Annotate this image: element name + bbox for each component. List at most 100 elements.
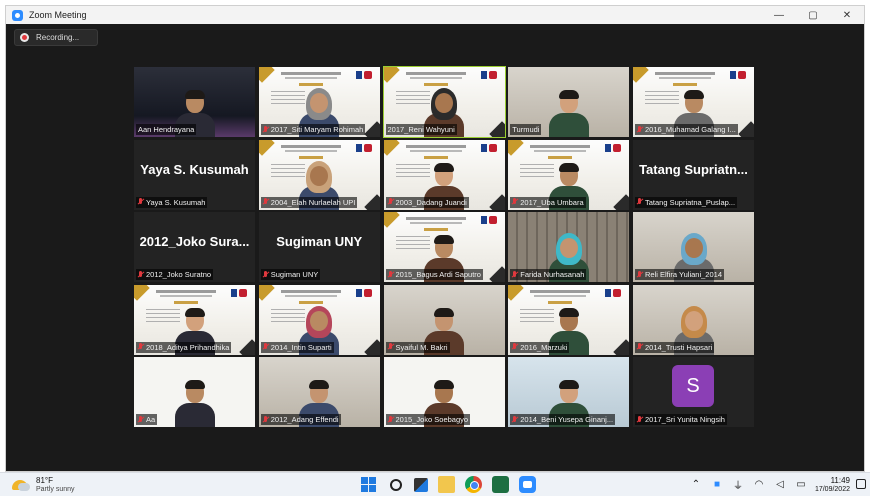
participant-name: Farida Nurhasanah [520,270,585,279]
usb-icon[interactable]: ⏚ [732,477,744,492]
wifi-icon[interactable]: ◠ [753,479,765,490]
participant-name-label: Reli Elfira Yuliani_2014 [635,269,724,280]
muted-mic-icon [512,198,517,206]
muted-mic-icon [388,270,393,279]
muted-mic-icon [263,198,268,206]
participant-name: 2017_Sri Yunita Ningsih [645,415,725,424]
participant-name: 2014_Intin Suparti [270,342,332,352]
muted-mic-icon [637,343,642,351]
excel-icon[interactable] [492,476,509,493]
muted-mic-icon [263,270,268,279]
clock[interactable]: 11:49 17/09/2022 [812,476,850,494]
participant-tile[interactable]: 2017_Uba Umbara [508,139,630,210]
muted-mic-icon [637,270,642,279]
recording-indicator[interactable]: Recording... [14,29,98,46]
participant-name-label: 2017_Siti Maryam Rohimah [260,124,366,135]
participant-name: 2003_Dadang Juandi [395,197,467,207]
participant-name: 2016_Marzuki [520,342,568,352]
muted-mic-icon [512,415,517,424]
clock-time: 11:49 [830,476,850,485]
participant-display-name: Yaya S. Kusumah [140,161,249,177]
taskbar-apps [360,476,536,493]
participant-name: 2015_Bagus Ardi Saputro [395,270,481,279]
participant-name-label: Farida Nurhasanah [510,269,587,280]
participant-name: 2017_Siti Maryam Rohimah [270,125,364,134]
weather-temperature: 81°F [36,476,53,485]
participant-tile[interactable]: Tatang Supriatn... Tatang Supriatna_Pusla… [633,139,754,210]
participant-tile[interactable]: 2017_Siti Maryam Rohimah [258,67,380,137]
participant-name: Sugiman UNY [270,270,319,279]
participant-tile[interactable]: 2012_Joko Sura... 2012_Joko Suratno [134,212,255,282]
participant-tile[interactable]: 2014_Intin Suparti [258,284,380,355]
participant-name-label: Tatang Supriatna_Puslap... [635,196,738,208]
participant-name: 2014_Trusti Hapsari [645,342,713,352]
zoom-tray-icon[interactable]: ■ [711,479,723,490]
participant-tile[interactable]: 2016_Marzuki [508,284,630,355]
zoom-taskbar-icon[interactable] [519,476,536,493]
participant-name: 2016_Muhamad Galang I... [645,125,736,134]
participant-name-label: 2017_Uba Umbara [510,196,586,208]
participant-tile[interactable]: Sugiman UNY Sugiman UNY [258,212,380,282]
participant-name-label: Aa [136,414,158,425]
notification-icon[interactable] [856,479,866,489]
chevron-up-icon[interactable]: ⌃ [690,479,702,490]
participant-tile[interactable]: Syaiful M. Bakri [383,284,505,355]
participant-tile[interactable]: Turmudi [508,67,630,137]
muted-mic-icon [138,343,143,351]
participant-name-label: Turmudi [510,124,542,135]
task-view-icon[interactable] [414,478,428,492]
participant-tile[interactable]: 2018_Aditya Prihandhika [134,284,255,355]
volume-icon[interactable]: ◁ [774,479,786,490]
recording-label: Recording... [36,33,80,42]
participant-tile[interactable]: 2014_Trusti Hapsari [633,284,754,355]
start-button[interactable] [360,476,377,493]
chrome-icon[interactable] [465,476,482,493]
participant-name: 2012_Joko Suratno [146,270,212,279]
muted-mic-icon [263,343,268,351]
weather-condition: Partly sunny [36,486,75,493]
participant-tile[interactable]: Farida Nurhasanah [508,212,630,282]
battery-icon[interactable]: ▭ [795,479,807,490]
participant-tile[interactable]: Aan Hendrayana [134,67,255,137]
participant-name: 2004_Elah Nurlaelah UPI [270,197,356,207]
participant-tile[interactable]: 2012_Adang Effendi [258,357,380,427]
participant-name: 2015_Joko Soebagyo [395,415,469,424]
participant-name-label: 2012_Adang Effendi [260,414,341,425]
search-icon[interactable] [387,476,404,493]
participant-name-label: 2003_Dadang Juandi [385,196,469,208]
participant-name: Aa [146,415,156,424]
avatar: S [672,365,714,407]
participant-tile[interactable]: 2003_Dadang Juandi [383,139,505,210]
participant-tile[interactable]: 2004_Elah Nurlaelah UPI [258,139,380,210]
participant-name: Aan Hendrayana [138,125,195,134]
participant-tile[interactable]: Yaya S. Kusumah Yaya S. Kusumah [134,139,255,210]
participant-name: Yaya S. Kusumah [146,197,206,207]
title-bar: Zoom Meeting — ▢ ✕ [6,6,864,24]
system-tray: ⌃ ■ ⏚ ◠ ◁ ▭ [690,477,807,492]
file-explorer-icon[interactable] [438,476,455,493]
minimize-button[interactable]: — [762,6,796,24]
zoom-app-icon [12,9,23,21]
participant-name-label: Sugiman UNY [260,269,321,280]
weather-widget[interactable]: 81°F Partly sunny [12,476,75,494]
participant-tile[interactable]: 2015_Joko Soebagyo [383,357,505,427]
participant-tile[interactable]: Aa [134,357,255,427]
participant-tile[interactable]: 2015_Bagus Ardi Saputro [383,212,505,282]
participant-name-label: 2014_Intin Suparti [260,341,334,353]
muted-mic-icon [637,125,642,134]
participant-tile[interactable]: 2017_Reni Wahyuni [382,66,506,138]
participant-name: Syaiful M. Bakri [395,342,448,352]
participant-name-label: 2018_Aditya Prihandhika [136,341,232,353]
window-title: Zoom Meeting [29,10,87,20]
participant-tile[interactable]: Reli Elfira Yuliani_2014 [633,212,754,282]
participant-tile[interactable]: 2016_Muhamad Galang I... [633,67,754,137]
maximize-button[interactable]: ▢ [796,6,830,24]
participant-tile[interactable]: S 2017_Sri Yunita Ningsih [633,357,754,427]
participant-name: 2017_Reni Wahyuni [387,125,455,134]
participant-tile[interactable]: 2014_Beni Yusepa Ginanj... [508,357,630,427]
participant-video-person [548,90,589,137]
close-button[interactable]: ✕ [830,6,864,24]
participant-name-label: 2014_Beni Yusepa Ginanj... [510,414,616,425]
participant-name-label: 2017_Sri Yunita Ningsih [635,414,727,425]
participant-name-label: Aan Hendrayana [136,124,197,135]
